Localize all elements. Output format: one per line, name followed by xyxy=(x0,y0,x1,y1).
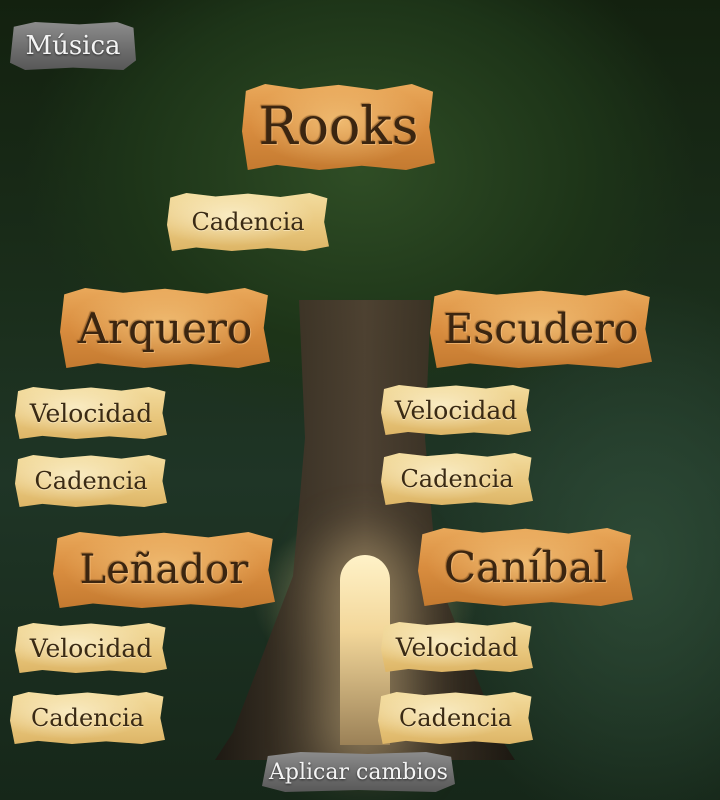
music-button[interactable]: Música xyxy=(10,22,136,70)
apply-changes-button[interactable]: Aplicar cambios xyxy=(262,752,455,792)
arquero-speed-button[interactable]: Velocidad xyxy=(15,387,167,439)
canibal-speed-button[interactable]: Velocidad xyxy=(381,622,533,672)
arquero-cadence-button[interactable]: Cadencia xyxy=(15,455,167,507)
rooks-title-plank: Rooks xyxy=(242,84,435,170)
escudero-title-plank: Escudero xyxy=(430,290,652,368)
lenador-title-plank: Leñador xyxy=(53,532,275,608)
escudero-speed-button[interactable]: Velocidad xyxy=(381,385,531,435)
canibal-title-plank: Caníbal xyxy=(418,528,633,606)
rooks-cadence-button[interactable]: Cadencia xyxy=(167,193,329,251)
arquero-title-plank: Arquero xyxy=(60,288,270,368)
lenador-speed-button[interactable]: Velocidad xyxy=(15,623,167,673)
lenador-cadence-button[interactable]: Cadencia xyxy=(10,692,165,744)
canibal-cadence-button[interactable]: Cadencia xyxy=(378,692,533,744)
escudero-cadence-button[interactable]: Cadencia xyxy=(381,453,533,505)
